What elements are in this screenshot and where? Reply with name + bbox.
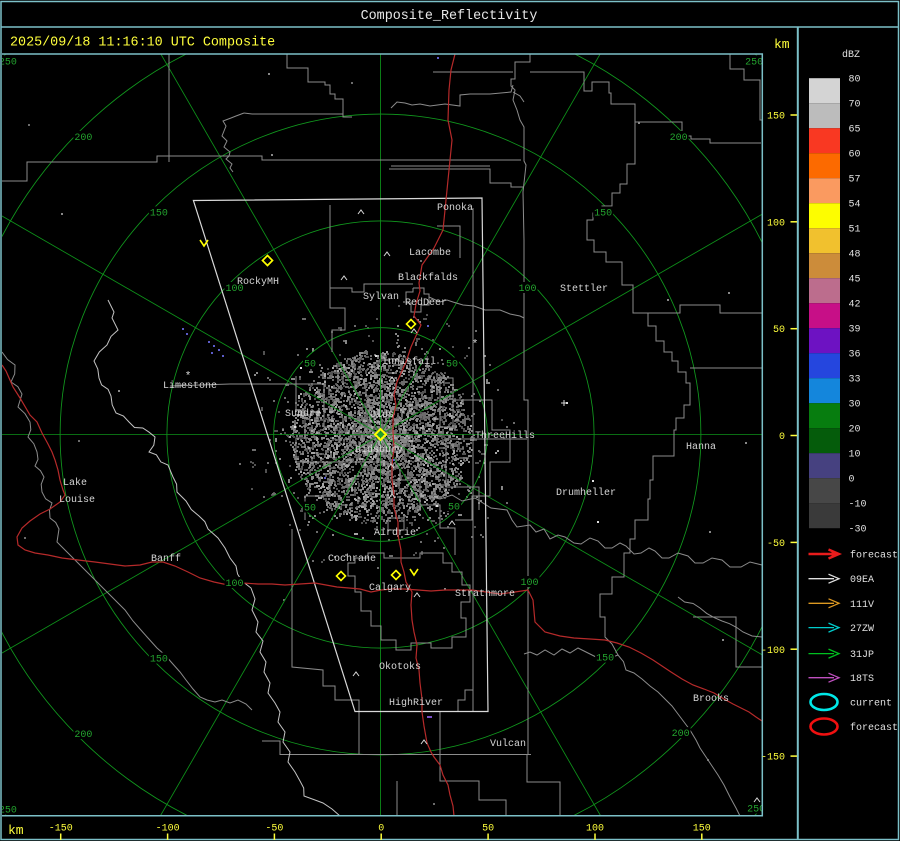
svg-text:30: 30 [849, 400, 861, 411]
svg-text:*: * [472, 339, 479, 351]
svg-text:31JP: 31JP [850, 650, 874, 661]
svg-text:10: 10 [849, 450, 861, 461]
svg-text:111V: 111V [850, 600, 874, 611]
svg-text:100: 100 [767, 218, 785, 229]
svg-text:Banff: Banff [151, 553, 181, 565]
svg-text:48: 48 [849, 250, 861, 261]
svg-text:km: km [774, 37, 790, 52]
svg-text:-100: -100 [761, 646, 785, 657]
svg-text:-100: -100 [156, 824, 180, 835]
svg-text:100: 100 [518, 284, 536, 295]
svg-text:0: 0 [378, 824, 384, 835]
svg-text:27ZW: 27ZW [850, 624, 874, 635]
svg-text:Strathmore: Strathmore [455, 588, 515, 600]
svg-text:0: 0 [849, 475, 855, 486]
svg-text:33: 33 [849, 375, 861, 386]
svg-text:50: 50 [482, 824, 494, 835]
svg-text:-10: -10 [849, 500, 867, 511]
svg-text:forecast: forecast [850, 550, 898, 562]
svg-text:2025/09/18 11:16:10 UTC Compos: 2025/09/18 11:16:10 UTC Composite [10, 36, 275, 51]
svg-text:Cochrane: Cochrane [328, 553, 376, 565]
svg-text:ThreeHills: ThreeHills [475, 430, 535, 442]
svg-text:200: 200 [670, 133, 688, 144]
svg-text:50: 50 [304, 360, 316, 371]
svg-text:HighRiver: HighRiver [389, 697, 443, 709]
svg-text:150: 150 [693, 824, 711, 835]
svg-text:Louise: Louise [59, 494, 95, 506]
svg-text:Hanna: Hanna [686, 442, 716, 453]
svg-text:Calgary: Calgary [369, 582, 411, 594]
svg-text:-150: -150 [49, 824, 73, 835]
svg-text:Olds: Olds [370, 409, 394, 421]
svg-text:Didsbury: Didsbury [355, 444, 403, 456]
svg-text:Okotoks: Okotoks [379, 661, 421, 673]
svg-text:RedDeer: RedDeer [405, 297, 447, 309]
svg-text:Vulcan: Vulcan [490, 738, 526, 750]
svg-text:42: 42 [849, 300, 861, 311]
svg-text:54: 54 [849, 200, 861, 211]
svg-text:65: 65 [849, 125, 861, 136]
svg-text:80: 80 [849, 75, 861, 86]
svg-text:150: 150 [594, 208, 612, 219]
svg-text:-150: -150 [761, 753, 785, 764]
svg-text:70: 70 [849, 100, 861, 111]
svg-text:100: 100 [520, 578, 538, 589]
svg-text:09EA: 09EA [850, 575, 874, 586]
svg-text:39: 39 [849, 325, 861, 336]
svg-text:36: 36 [849, 350, 861, 361]
svg-text:200: 200 [74, 133, 92, 144]
svg-text:150: 150 [596, 654, 614, 665]
svg-text:Composite_Reflectivity: Composite_Reflectivity [361, 9, 538, 24]
svg-text:100: 100 [225, 579, 243, 590]
svg-text:60: 60 [849, 150, 861, 161]
svg-text:Lake: Lake [63, 477, 87, 489]
svg-text:50: 50 [304, 504, 316, 515]
svg-text:-50: -50 [265, 824, 283, 835]
svg-text:57: 57 [849, 175, 861, 186]
svg-text:forecast: forecast [850, 722, 898, 734]
svg-text:200: 200 [672, 729, 690, 740]
svg-text:Sundre: Sundre [285, 408, 321, 420]
svg-text:150: 150 [150, 655, 168, 666]
svg-text:100: 100 [586, 824, 604, 835]
svg-text:Brooks: Brooks [693, 693, 729, 705]
svg-text:current: current [850, 699, 892, 710]
svg-text:250: 250 [0, 57, 17, 68]
svg-text:Airdrie: Airdrie [374, 527, 416, 539]
svg-text:Innisfail: Innisfail [382, 356, 436, 368]
svg-text:RockyMH: RockyMH [237, 276, 279, 288]
svg-text:-50: -50 [767, 539, 785, 550]
svg-text:dBZ: dBZ [842, 49, 860, 61]
svg-text:18TS: 18TS [850, 674, 874, 685]
svg-text:50: 50 [446, 360, 458, 371]
svg-text:Blackfalds: Blackfalds [398, 272, 458, 284]
svg-text:50: 50 [448, 503, 460, 514]
svg-text:Sylvan: Sylvan [363, 291, 399, 303]
svg-text:Ponoka: Ponoka [437, 202, 473, 214]
svg-text:250: 250 [0, 806, 17, 817]
svg-text:Drumheller: Drumheller [556, 487, 616, 499]
svg-text:20: 20 [849, 425, 861, 436]
svg-text:150: 150 [150, 208, 168, 219]
svg-text:Lacombe: Lacombe [409, 247, 451, 259]
svg-text:50: 50 [773, 325, 785, 336]
svg-text:150: 150 [767, 112, 785, 123]
svg-text:-30: -30 [849, 525, 867, 536]
svg-text:250: 250 [745, 57, 763, 68]
svg-text:51: 51 [849, 225, 861, 236]
svg-text:45: 45 [849, 275, 861, 286]
svg-text:0: 0 [779, 432, 785, 443]
svg-text:km: km [8, 823, 24, 838]
svg-text:200: 200 [74, 730, 92, 741]
svg-text:Stettler: Stettler [560, 283, 608, 295]
svg-text:Limestone: Limestone [163, 380, 217, 392]
